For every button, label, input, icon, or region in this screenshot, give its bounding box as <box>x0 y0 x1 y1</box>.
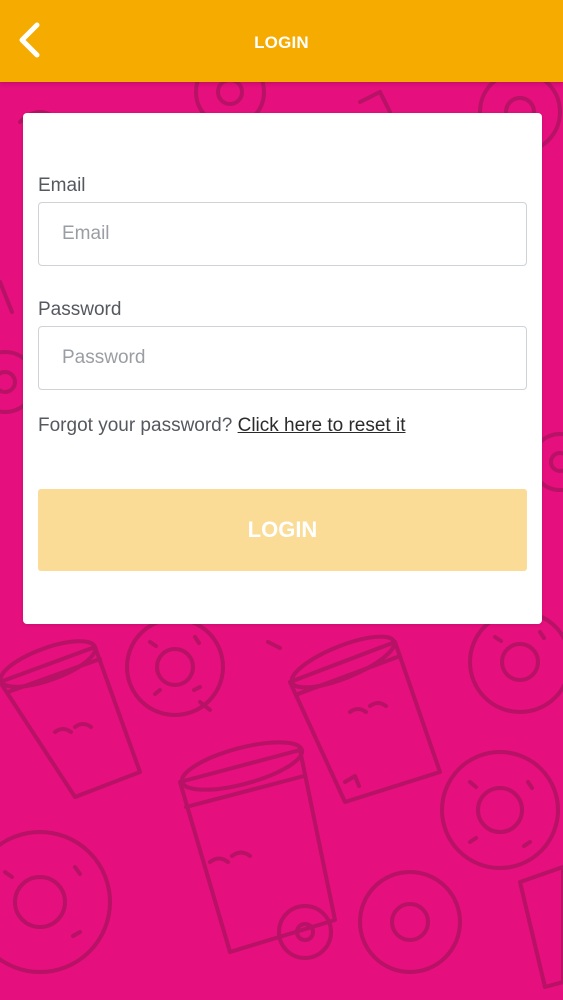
email-input[interactable] <box>38 202 527 266</box>
donut-icon <box>358 870 462 974</box>
donut-icon <box>0 830 112 974</box>
app-header: LOGIN <box>0 0 563 82</box>
password-input[interactable] <box>38 326 527 390</box>
forgot-password-text: Forgot your password? <box>38 415 238 436</box>
coffee-cup-icon <box>0 639 142 799</box>
login-button[interactable]: LOGIN <box>38 489 527 571</box>
donut-icon <box>440 750 560 870</box>
donut-icon <box>468 610 563 714</box>
email-label: Email <box>38 175 86 196</box>
page-title: LOGIN <box>254 33 309 52</box>
coffee-cup-icon <box>178 740 337 954</box>
coffee-cup-icon <box>288 634 442 804</box>
password-label: Password <box>38 299 122 320</box>
forgot-password-row: Forgot your password? Click here to rese… <box>38 415 406 437</box>
donut-icon <box>125 617 225 717</box>
login-card: Email Password Forgot your password? Cli… <box>23 113 542 624</box>
reset-password-link[interactable]: Click here to reset it <box>238 415 406 436</box>
